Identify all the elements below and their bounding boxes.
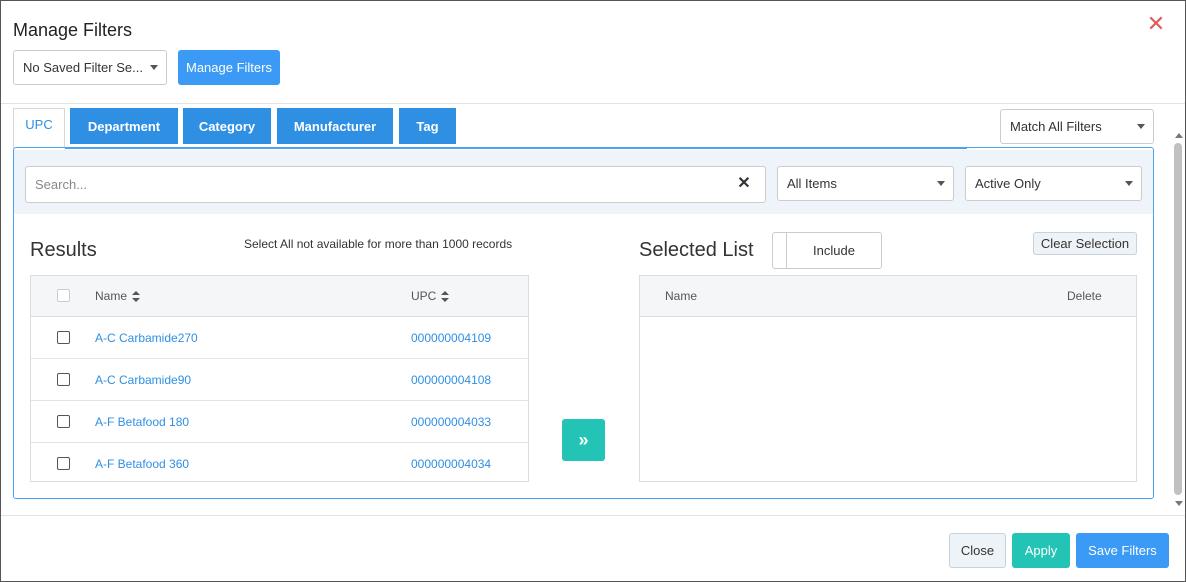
selected-table-header: Name Delete xyxy=(640,276,1136,317)
dialog-title: Manage Filters xyxy=(13,20,133,40)
save-filters-button[interactable]: Save Filters xyxy=(1076,533,1169,568)
tab-upc[interactable]: UPC xyxy=(13,108,65,148)
include-toggle-label: Include xyxy=(813,243,855,258)
table-row: A-F Betafood 180 000000004033 xyxy=(31,401,528,443)
row-checkbox[interactable] xyxy=(57,415,70,428)
chevron-down-icon xyxy=(150,64,158,70)
clear-selection-button[interactable]: Clear Selection xyxy=(1033,232,1137,255)
sort-icon xyxy=(132,291,141,303)
row-upc-link[interactable]: 000000004034 xyxy=(411,457,491,471)
row-upc-link[interactable]: 000000004033 xyxy=(411,415,491,429)
row-upc-link[interactable]: 000000004109 xyxy=(411,331,491,345)
clear-search-icon[interactable]: ✕ xyxy=(736,176,752,192)
row-name-link[interactable]: A-C Carbamide270 xyxy=(95,331,198,345)
saved-filter-select[interactable]: No Saved Filter Se... xyxy=(13,50,167,85)
manage-filters-button[interactable]: Manage Filters xyxy=(178,50,280,85)
match-filters-select[interactable]: Match All Filters xyxy=(1000,109,1154,144)
tab-department[interactable]: Department xyxy=(70,108,178,144)
footer-divider xyxy=(1,515,1185,516)
results-table: Name UPC A-C Carbamide270 000000004109 A… xyxy=(30,275,529,482)
match-filters-value: Match All Filters xyxy=(1010,119,1102,134)
search-input[interactable]: Search... xyxy=(25,166,766,203)
tab-tag[interactable]: Tag xyxy=(399,108,456,144)
chevron-down-icon xyxy=(1125,180,1133,186)
table-row: A-C Carbamide270 000000004109 xyxy=(31,317,528,359)
column-name-label: Name xyxy=(95,289,128,303)
selected-list-heading: Selected List xyxy=(639,239,754,261)
close-button[interactable]: Close xyxy=(949,533,1006,568)
row-name-link[interactable]: A-F Betafood 180 xyxy=(95,415,189,429)
column-delete: Delete xyxy=(1067,289,1102,303)
close-icon[interactable]: ✕ xyxy=(1146,13,1166,35)
table-row: A-F Betafood 360 000000004034 xyxy=(31,443,528,485)
status-select[interactable]: Active Only xyxy=(965,166,1142,201)
results-heading: Results xyxy=(30,239,97,261)
select-all-note: Select All not available for more than 1… xyxy=(244,237,513,251)
tab-manufacturer[interactable]: Manufacturer xyxy=(277,108,393,144)
header-divider xyxy=(1,103,1185,104)
column-name: Name xyxy=(665,289,698,303)
tab-underline xyxy=(65,147,967,149)
include-toggle[interactable]: Include xyxy=(772,232,882,269)
sort-icon xyxy=(441,291,450,303)
items-select[interactable]: All Items xyxy=(777,166,954,201)
row-name-link[interactable]: A-F Betafood 360 xyxy=(95,457,189,471)
row-checkbox[interactable] xyxy=(57,457,70,470)
scroll-down-arrow-icon[interactable] xyxy=(1175,501,1183,506)
scrollbar-thumb[interactable] xyxy=(1174,143,1182,495)
search-placeholder: Search... xyxy=(35,177,88,192)
select-all-checkbox[interactable] xyxy=(57,289,70,302)
saved-filter-value: No Saved Filter Se... xyxy=(23,60,143,75)
row-checkbox[interactable] xyxy=(57,331,70,344)
double-chevron-right-icon: » xyxy=(578,429,589,450)
chevron-down-icon xyxy=(1137,123,1145,129)
row-checkbox[interactable] xyxy=(57,373,70,386)
chevron-down-icon xyxy=(937,180,945,186)
apply-button[interactable]: Apply xyxy=(1012,533,1070,568)
column-upc-label: UPC xyxy=(411,289,437,303)
scroll-up-arrow-icon[interactable] xyxy=(1175,133,1183,138)
table-row: A-C Carbamide90 000000004108 xyxy=(31,359,528,401)
status-select-value: Active Only xyxy=(975,176,1041,191)
tab-category[interactable]: Category xyxy=(183,108,271,144)
results-table-header: Name UPC xyxy=(31,276,528,317)
column-name[interactable]: Name xyxy=(95,289,141,303)
row-upc-link[interactable]: 000000004108 xyxy=(411,373,491,387)
column-upc[interactable]: UPC xyxy=(411,289,450,303)
selected-table: Name Delete xyxy=(639,275,1137,482)
move-to-selected-button[interactable]: » xyxy=(562,419,605,461)
toggle-knob xyxy=(773,233,787,268)
row-name-link[interactable]: A-C Carbamide90 xyxy=(95,373,191,387)
items-select-value: All Items xyxy=(787,176,837,191)
